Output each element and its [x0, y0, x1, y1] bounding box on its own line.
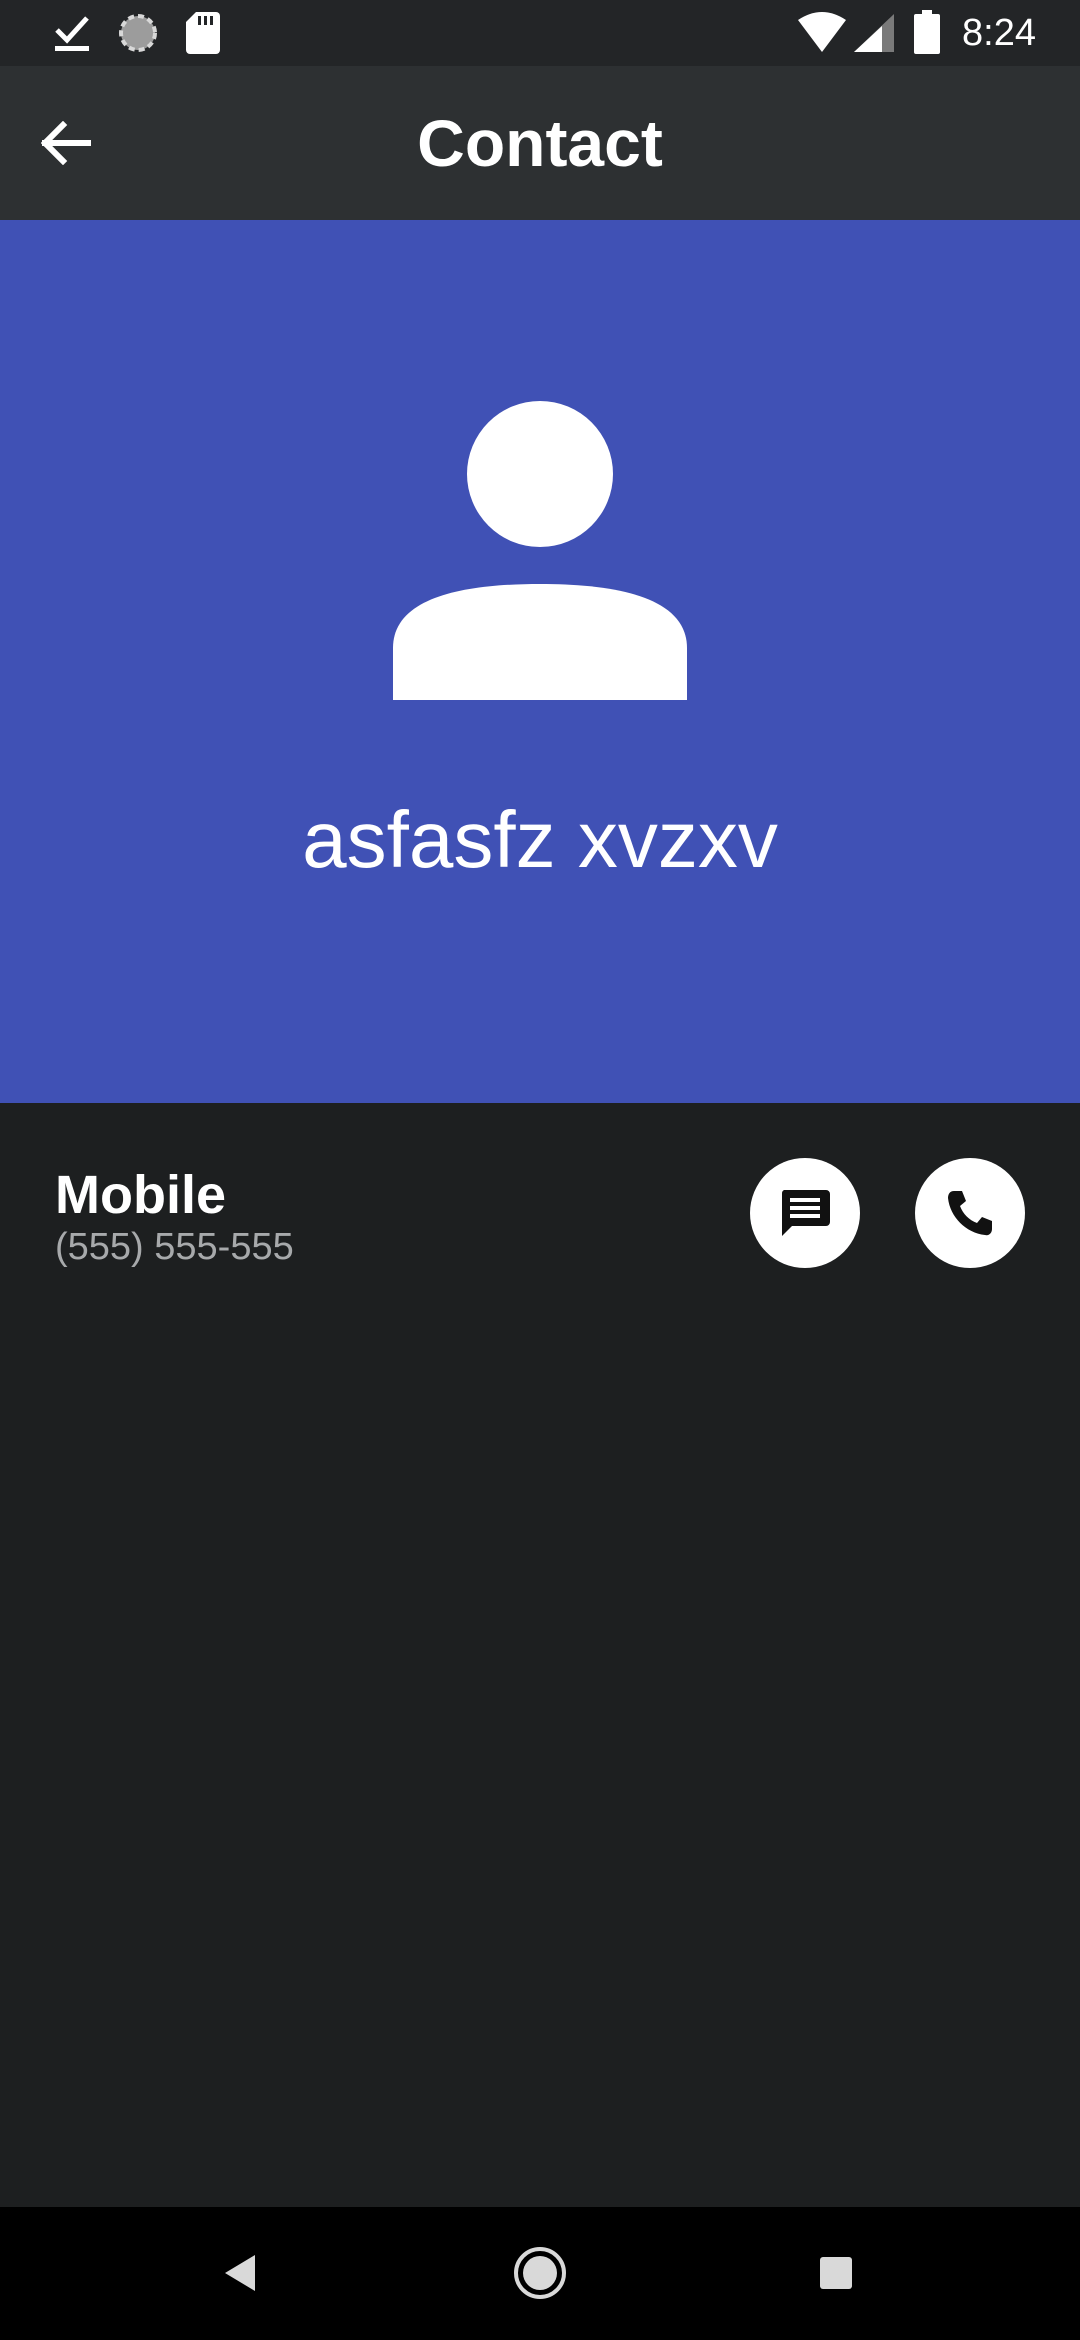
nav-back-icon [225, 2255, 255, 2291]
wifi-icon [798, 12, 846, 52]
phone-icon [948, 1191, 992, 1236]
phone-entry[interactable]: Mobile (555) 555-555 [0, 1103, 1080, 1323]
person-icon [393, 401, 687, 700]
sd-card-icon [186, 12, 220, 54]
call-button[interactable] [915, 1158, 1025, 1268]
download-done-icon [55, 16, 89, 51]
status-bar: 8:24 [0, 0, 1080, 66]
cell-signal-icon [854, 14, 894, 52]
battery-icon [914, 10, 940, 54]
contact-name: asfasfz xvzxv [302, 795, 778, 884]
navigation-bar [0, 2207, 1080, 2340]
message-icon [781, 1190, 830, 1236]
page-title: Contact [417, 106, 663, 180]
message-button[interactable] [750, 1158, 860, 1268]
phone-number: (555) 555-555 [55, 1226, 294, 1268]
loading-spinner-icon [119, 14, 157, 52]
nav-home-icon [514, 2247, 566, 2299]
contact-screen: 8:24 Contact asfasfz xvzxv Mobile (555) … [0, 0, 1080, 2340]
nav-recents-button[interactable] [800, 2237, 872, 2309]
app-bar: Contact [0, 66, 1080, 220]
nav-recents-icon [820, 2257, 852, 2289]
contact-header: asfasfz xvzxv [0, 220, 1080, 1103]
phone-type-label: Mobile [55, 1165, 226, 1225]
nav-back-button[interactable] [205, 2237, 277, 2309]
status-time: 8:24 [962, 12, 1036, 54]
nav-home-button[interactable] [504, 2237, 576, 2309]
